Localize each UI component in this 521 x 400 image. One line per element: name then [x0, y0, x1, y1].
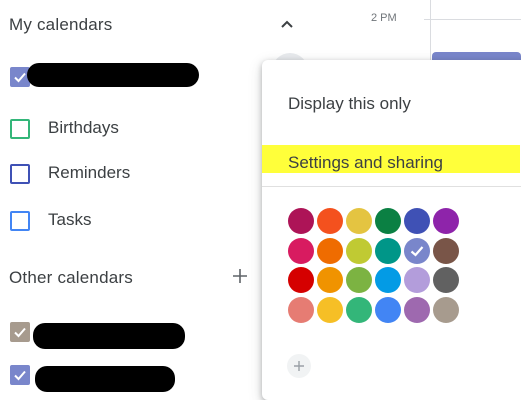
color-swatch[interactable]: [433, 296, 459, 323]
calendar-item-other-1[interactable]: [7, 318, 237, 349]
color-swatch[interactable]: [375, 237, 401, 264]
color-swatch[interactable]: [346, 296, 372, 323]
calendar-label: Birthdays: [48, 118, 119, 137]
redacted-calendar-name: [27, 63, 199, 87]
calendar-item-birthdays[interactable]: Birthdays: [7, 115, 237, 143]
color-swatch[interactable]: [433, 237, 459, 264]
menu-item-label: Display this only: [288, 94, 411, 113]
calendar-item-reminders[interactable]: Reminders: [7, 160, 237, 188]
calendar-item-primary[interactable]: [7, 63, 237, 91]
color-swatch[interactable]: [317, 296, 343, 323]
color-swatch[interactable]: [375, 208, 401, 234]
checkmark-icon: [410, 245, 424, 257]
redacted-calendar-name: [33, 323, 185, 349]
settings-and-sharing-item[interactable]: Settings and sharing: [262, 139, 521, 187]
plus-icon: [294, 361, 304, 371]
color-swatch[interactable]: [404, 237, 430, 264]
checkmark-icon: [14, 370, 26, 381]
calendar-sidebar: My calendars Birthdays Reminders Tasks O…: [0, 0, 262, 392]
add-calendar-button[interactable]: [228, 264, 252, 288]
color-swatch[interactable]: [346, 267, 372, 293]
checkmark-icon: [14, 327, 26, 338]
color-swatch[interactable]: [404, 267, 430, 293]
color-swatch[interactable]: [288, 267, 314, 293]
redacted-calendar-name: [35, 366, 175, 392]
color-swatch[interactable]: [375, 267, 401, 293]
my-calendars-title: My calendars: [9, 15, 113, 34]
color-swatch[interactable]: [404, 296, 430, 323]
chevron-up-icon: [281, 20, 293, 28]
calendar-checkbox[interactable]: [10, 211, 30, 231]
color-swatch[interactable]: [346, 237, 372, 264]
plus-icon: [233, 269, 247, 283]
calendar-item-tasks[interactable]: Tasks: [7, 207, 237, 235]
calendar-checkbox[interactable]: [10, 164, 30, 184]
time-label: 2 PM: [371, 12, 397, 24]
color-swatch[interactable]: [375, 296, 401, 323]
color-swatch[interactable]: [317, 267, 343, 293]
color-swatch[interactable]: [288, 237, 314, 264]
menu-divider: [262, 186, 521, 187]
calendar-checkbox[interactable]: [10, 322, 30, 342]
color-swatch[interactable]: [317, 208, 343, 234]
other-calendars-title: Other calendars: [9, 268, 133, 287]
color-swatch[interactable]: [346, 208, 372, 234]
color-swatch[interactable]: [433, 208, 459, 234]
calendar-label: Reminders: [48, 163, 131, 182]
color-swatch[interactable]: [404, 208, 430, 234]
color-swatch[interactable]: [433, 267, 459, 293]
color-swatch[interactable]: [317, 237, 343, 264]
collapse-my-calendars-button[interactable]: [272, 12, 302, 36]
color-swatch[interactable]: [288, 296, 314, 323]
add-custom-color-button[interactable]: [287, 354, 311, 378]
checkmark-icon: [14, 72, 26, 83]
color-swatch[interactable]: [288, 208, 314, 234]
calendar-checkbox[interactable]: [10, 365, 30, 385]
grid-line: [424, 19, 521, 20]
menu-item-label: Settings and sharing: [288, 153, 443, 172]
display-this-only-item[interactable]: Display this only: [262, 80, 521, 128]
calendar-checkbox[interactable]: [10, 119, 30, 139]
calendar-label: Tasks: [48, 210, 92, 229]
